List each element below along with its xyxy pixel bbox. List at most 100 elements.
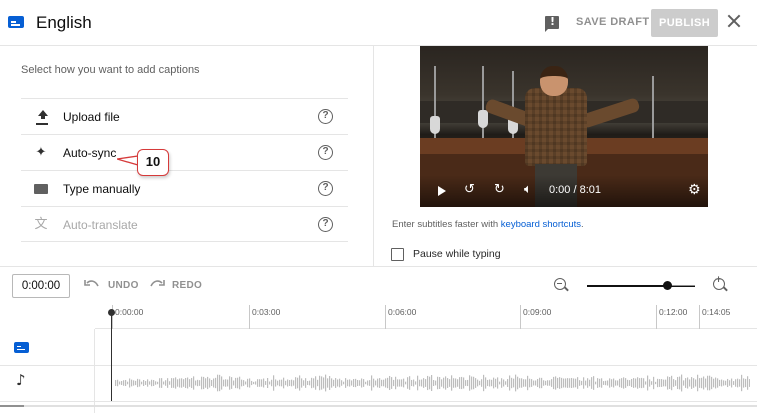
waveform-bar [273,375,275,391]
waveform-bar [421,379,423,387]
waveform-bar [129,378,131,388]
keyboard-shortcuts-link[interactable]: keyboard shortcuts [501,219,581,230]
waveform-bar [473,376,475,390]
timeline-tick: 0:09:00 [520,305,551,329]
waveform-bar [123,380,125,386]
help-icon[interactable]: ? [318,109,333,124]
waveform-bar [621,378,623,388]
keyboard-icon [34,184,48,194]
waveform-bar [141,381,143,385]
waveform-bar [251,380,253,386]
rewind-icon[interactable]: ↺ [464,182,475,197]
waveform-bar [157,381,159,385]
waveform-bar [515,374,517,392]
timeline-ruler[interactable]: 0:00:00 0:03:00 0:06:00 0:09:00 0:12:00 … [95,305,757,329]
waveform-bar [391,377,393,389]
video-scene-flask [430,116,440,134]
waveform-bar [575,378,577,388]
waveform-bar [325,374,327,392]
video-player[interactable]: ↺ ↻ 🔈︎ 0:00 / 8:01 ⚙ [420,46,708,207]
playhead-handle[interactable] [108,309,115,316]
zoom-out-icon[interactable] [554,278,566,290]
waveform-bar [411,379,413,387]
waveform-bar [433,380,435,386]
waveform-bar [337,379,339,387]
waveform-bar [719,379,721,387]
waveform-bar [353,378,355,388]
waveform-bar [729,380,731,386]
waveform-bar [225,379,227,387]
timeline-scrollbar-thumb[interactable] [0,405,24,407]
waveform-bar [493,377,495,389]
waveform-bar [343,381,345,385]
waveform-bar [653,376,655,390]
waveform-bar [701,377,703,389]
redo-button[interactable]: REDO [172,280,202,291]
waveform-bar [555,376,557,390]
zoom-in-icon[interactable] [713,275,725,290]
upload-file-option[interactable]: Upload file ? [21,98,348,134]
playhead[interactable] [111,312,112,401]
waveform-bar [521,378,523,388]
volume-icon[interactable]: 🔈︎ [524,182,532,197]
publish-button[interactable]: PUBLISH [651,9,718,37]
waveform-bar [419,379,421,387]
pause-while-typing-label[interactable]: Pause while typing [413,248,501,260]
waveform-bar [183,379,185,387]
waveform-bar [483,374,485,392]
forward-icon[interactable]: ↻ [494,182,505,197]
type-manually-option[interactable]: Type manually ? [21,170,348,206]
gear-icon[interactable]: ⚙ [688,182,701,198]
play-icon[interactable] [438,186,446,196]
video-time: 0:00 / 8:01 [549,184,601,196]
waveform-bar [495,378,497,388]
waveform-bar [335,378,337,388]
help-icon[interactable]: ? [318,217,333,232]
waveform-bar [403,378,405,388]
waveform-bar [725,380,727,386]
waveform-bar [657,378,659,388]
undo-icon[interactable] [84,277,100,291]
timecode-input[interactable]: 0:00:00 [12,274,70,298]
waveform-bar [201,376,203,390]
waveform-bar [717,378,719,388]
redo-icon[interactable] [149,277,165,291]
waveform-bar [617,380,619,386]
waveform-bar [445,376,447,390]
auto-sync-option[interactable]: ✦ Auto-sync ? [21,134,348,170]
waveform-bar [707,375,709,391]
waveform-bar [503,379,505,387]
waveform-bar [491,379,493,387]
waveform-bar [447,378,449,388]
waveform-bar [699,378,701,388]
timeline-tick: 0:14:05 [699,305,730,329]
timeline-tick: 0:06:00 [385,305,416,329]
waveform-bar [293,380,295,386]
waveform-bar [487,379,489,387]
pause-while-typing-checkbox[interactable] [391,248,404,261]
help-icon[interactable]: ? [318,145,333,160]
waveform-bar [189,379,191,387]
waveform-bar [323,377,325,389]
waveform-bar [457,379,459,387]
zoom-slider-thumb[interactable] [663,281,672,290]
save-draft-button[interactable]: SAVE DRAFT [576,16,649,28]
waveform-bar [265,381,267,385]
close-icon[interactable] [727,14,741,28]
waveform-bar [389,375,391,391]
timeline-scrollbar[interactable] [0,405,757,407]
help-icon[interactable]: ? [318,181,333,196]
waveform-bar [259,379,261,387]
waveform-bar [229,376,231,390]
feedback-icon[interactable] [545,15,559,32]
waveform-bar [505,381,507,385]
waveform-bar [399,379,401,387]
waveform-bar [581,380,583,386]
waveform-bar [395,376,397,390]
waveform-bar [677,376,679,390]
waveform-bar [181,378,183,388]
undo-button[interactable]: UNDO [108,280,139,291]
waveform-bar [593,376,595,390]
waveform-bar [151,379,153,387]
waveform-bar [587,378,589,388]
